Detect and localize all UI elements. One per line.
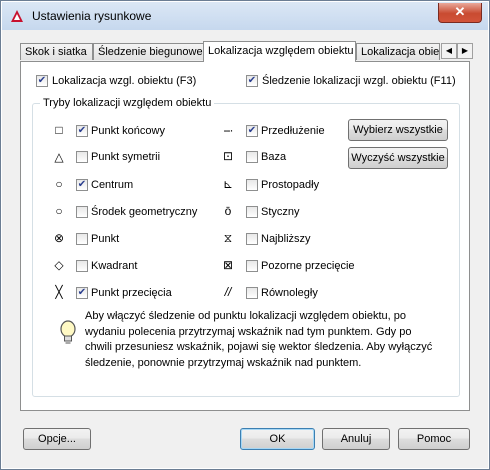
tracking-on-label: Śledzenie lokalizacji wzgl. obiektu (F11… (262, 75, 456, 87)
insertion-marker-icon: ⊡ (222, 149, 234, 163)
window-title: Ustawienia rysunkowe (32, 9, 152, 23)
nearest-label: Najbliższy (261, 233, 311, 245)
geometric-center-marker-icon: ○ (55, 204, 63, 218)
extension-marker-icon: --· (223, 123, 234, 137)
midpoint-marker-icon: △ (54, 150, 64, 164)
insertion-checkbox[interactable] (246, 151, 258, 163)
apparent-intersection-checkbox[interactable] (246, 260, 258, 272)
parallel-checkbox[interactable] (246, 287, 258, 299)
node-checkbox[interactable] (76, 233, 88, 245)
nearest-marker-icon: ⧖ (223, 231, 233, 245)
close-button[interactable]: ✕ (438, 3, 482, 23)
tab-scroll-left-icon[interactable]: ◀ (441, 43, 457, 59)
endpoint-marker-icon: □ (55, 123, 63, 137)
cancel-button[interactable]: Anuluj (322, 428, 390, 450)
quadrant-checkbox[interactable] (76, 260, 88, 272)
quadrant-label: Kwadrant (91, 260, 138, 272)
perpendicular-marker-icon: ⊾ (222, 177, 234, 191)
tab-object-snap[interactable]: Lokalizacja względem obiektu (203, 41, 356, 62)
tracking-hint-text: Aby włączyć śledzenie od punktu lokaliza… (85, 310, 433, 369)
snap-on-checkbox[interactable]: ✔ (36, 75, 48, 87)
autocad-logo-icon (11, 10, 23, 22)
tab-polar-tracking[interactable]: Śledzenie biegunowe (93, 43, 204, 60)
extension-label: Przedłużenie (261, 125, 325, 137)
tab-snap-grid[interactable]: Skok i siatka (20, 43, 93, 60)
center-checkbox[interactable]: ✔ (76, 179, 88, 191)
parallel-label: Równoległy (261, 287, 318, 299)
intersection-label: Punkt przecięcia (91, 287, 172, 299)
perpendicular-checkbox[interactable] (246, 179, 258, 191)
group-title: Tryby lokalizacji względem obiektu (40, 97, 215, 109)
tracking-on-checkbox[interactable]: ✔ (246, 75, 258, 87)
parallel-marker-icon: // (224, 285, 232, 299)
perpendicular-label: Prostopadły (261, 179, 320, 191)
node-marker-icon: ⊗ (53, 231, 65, 245)
tab-strip: Skok i siatka Śledzenie biegunowe Lokali… (20, 41, 475, 62)
tangent-label: Styczny (261, 206, 300, 218)
midpoint-checkbox[interactable] (76, 151, 88, 163)
clear-all-button[interactable]: Wyczyść wszystkie (348, 147, 448, 169)
tab-object-snap-3d[interactable]: Lokalizacja obiek (356, 43, 440, 60)
intersection-marker-icon: ╳ (55, 285, 63, 299)
tangent-checkbox[interactable] (246, 206, 258, 218)
extension-checkbox[interactable]: ✔ (246, 125, 258, 137)
center-marker-icon: ○ (55, 177, 63, 191)
node-label: Punkt (91, 233, 120, 245)
ok-button[interactable]: OK (240, 428, 315, 450)
tangent-marker-icon: ō (224, 204, 232, 218)
object-snap-panel: ✔ Lokalizacja wzgl. obiektu (F3) ✔ Śledz… (20, 61, 470, 411)
geometric-center-checkbox[interactable] (76, 206, 88, 218)
center-label: Centrum (91, 179, 134, 191)
endpoint-label: Punkt końcowy (91, 125, 165, 137)
select-all-button[interactable]: Wybierz wszystkie (348, 119, 448, 141)
intersection-checkbox[interactable]: ✔ (76, 287, 88, 299)
apparent-intersection-marker-icon: ⊠ (222, 258, 234, 272)
tab-scroll-right-icon[interactable]: ▶ (457, 43, 473, 59)
midpoint-label: Punkt symetrii (91, 151, 161, 163)
apparent-intersection-label: Pozorne przecięcie (261, 260, 355, 272)
title-bar: Ustawienia rysunkowe ✕ (2, 2, 488, 30)
nearest-checkbox[interactable] (246, 233, 258, 245)
options-button[interactable]: Opcje... (23, 428, 91, 450)
help-button[interactable]: Pomoc (398, 428, 470, 450)
lightbulb-icon (60, 320, 76, 344)
snap-on-label: Lokalizacja wzgl. obiektu (F3) (52, 75, 197, 87)
quadrant-marker-icon: ◇ (54, 258, 64, 272)
endpoint-checkbox[interactable]: ✔ (76, 125, 88, 137)
drafting-settings-dialog: Ustawienia rysunkowe ✕ Skok i siatka Śle… (0, 0, 490, 470)
insertion-label: Baza (261, 151, 287, 163)
geometric-center-label: Środek geometryczny (91, 206, 198, 218)
